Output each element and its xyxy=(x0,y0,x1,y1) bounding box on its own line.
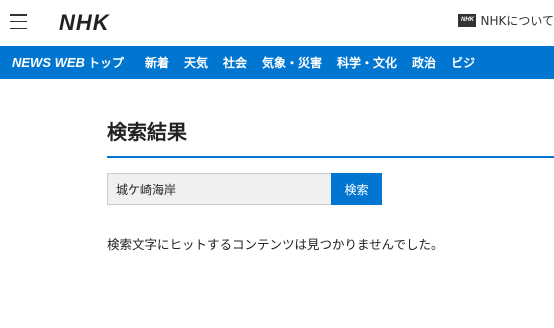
nav-item-politics[interactable]: 政治 xyxy=(412,54,436,71)
nav-item-society[interactable]: 社会 xyxy=(223,54,247,71)
title-divider xyxy=(107,156,554,158)
hamburger-menu-icon[interactable] xyxy=(10,14,27,30)
about-nhk-label: NHKについて xyxy=(480,14,554,28)
nav-item-business[interactable]: ビジ xyxy=(451,54,475,71)
nav-item-disaster[interactable]: 気象・災害 xyxy=(262,54,322,71)
about-nhk-link[interactable]: NHK NHKについて xyxy=(458,12,554,29)
search-input[interactable] xyxy=(107,173,331,205)
nhk-logo[interactable]: NHK xyxy=(59,10,110,36)
no-results-message: 検索文字にヒットするコンテンツは見つかりませんでした。 xyxy=(107,237,444,252)
main-content: 検索結果 検索 検索文字にヒットするコンテンツは見つかりませんでした。 xyxy=(0,79,554,253)
nav-item-science-culture[interactable]: 科学・文化 xyxy=(337,54,397,71)
nav-brand-news-web[interactable]: NEWS WEB xyxy=(12,55,85,70)
nav-item-top[interactable]: トップ xyxy=(88,54,124,71)
site-header: NHK NHK NHKについて xyxy=(0,0,554,46)
nav-item-latest[interactable]: 新着 xyxy=(145,54,169,71)
search-button[interactable]: 検索 xyxy=(331,173,382,205)
page-title: 検索結果 xyxy=(107,120,187,144)
category-nav: NEWS WEB トップ 新着 天気 社会 気象・災害 科学・文化 政治 ビジ xyxy=(0,46,554,79)
nhk-badge-icon: NHK xyxy=(458,14,477,27)
nav-item-weather[interactable]: 天気 xyxy=(184,54,208,71)
search-form: 検索 xyxy=(107,173,554,205)
